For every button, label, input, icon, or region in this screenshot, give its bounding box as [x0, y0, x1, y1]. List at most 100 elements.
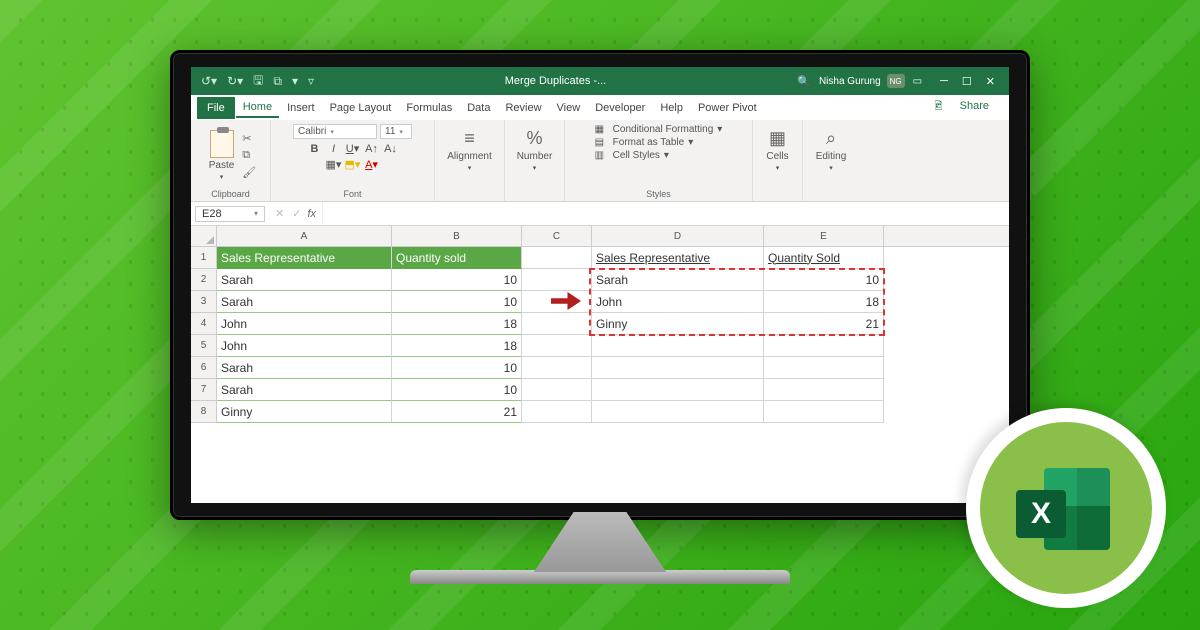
tab-power-pivot[interactable]: Power Pivot	[691, 99, 764, 117]
cell[interactable]: Ginny	[592, 313, 764, 335]
col-header[interactable]: C	[522, 226, 592, 246]
account[interactable]: Nisha Gurung NG	[819, 74, 905, 88]
border-button[interactable]: ▦▾	[326, 158, 342, 171]
row-header[interactable]: 1	[191, 247, 217, 269]
col-header[interactable]: B	[392, 226, 522, 246]
quick-access[interactable]: ↺▾ ↻▾ 🖫 ⧉ ▾ ▿	[195, 71, 314, 92]
paste-button[interactable]: Paste▾	[205, 126, 239, 185]
row-header[interactable]: 2	[191, 269, 217, 291]
cell[interactable]: Sales Representative	[217, 247, 392, 269]
search-icon[interactable]: 🔍	[797, 75, 811, 88]
cell[interactable]: 10	[392, 379, 522, 401]
cell[interactable]: Sarah	[217, 379, 392, 401]
row-header[interactable]: 5	[191, 335, 217, 357]
cell[interactable]: John	[217, 335, 392, 357]
cell[interactable]: 10	[392, 291, 522, 313]
font-name-select[interactable]: Calibri	[293, 124, 377, 139]
cell[interactable]: 10	[764, 269, 884, 291]
cell[interactable]: 10	[392, 269, 522, 291]
font-color-button[interactable]: A▾	[364, 158, 380, 171]
decrease-font-icon[interactable]: A↓	[383, 143, 399, 155]
cell[interactable]: Sarah	[217, 357, 392, 379]
cell[interactable]	[522, 335, 592, 357]
qat-more[interactable]: ▿	[308, 74, 314, 88]
name-box[interactable]: E28	[195, 206, 265, 222]
cell[interactable]	[592, 357, 764, 379]
ribbon-options-icon[interactable]: ▭	[913, 76, 922, 87]
cell[interactable]	[522, 357, 592, 379]
alignment-button[interactable]: ≡Alignment▾	[443, 124, 495, 176]
formula-input[interactable]	[322, 202, 1009, 225]
format-as-table-button[interactable]: ▤Format as Table ▾	[595, 137, 723, 148]
tab-view[interactable]: View	[550, 99, 588, 117]
customize-icon[interactable]: ▾	[292, 74, 298, 88]
cell[interactable]: Sarah	[217, 269, 392, 291]
cell[interactable]: Ginny	[217, 401, 392, 423]
row-header[interactable]: 4	[191, 313, 217, 335]
cell[interactable]	[764, 379, 884, 401]
tab-home[interactable]: Home	[236, 98, 279, 118]
select-all-corner[interactable]	[191, 226, 217, 246]
fx-icon[interactable]: fx	[307, 208, 322, 220]
cell[interactable]: 10	[392, 357, 522, 379]
cell[interactable]: 18	[764, 291, 884, 313]
cell[interactable]	[592, 401, 764, 423]
tab-data[interactable]: Data	[460, 99, 497, 117]
cell[interactable]: John	[592, 291, 764, 313]
undo-icon[interactable]: ↺▾	[201, 74, 217, 88]
col-header[interactable]: D	[592, 226, 764, 246]
cell[interactable]	[522, 247, 592, 269]
col-header[interactable]: E	[764, 226, 884, 246]
tab-formulas[interactable]: Formulas	[399, 99, 459, 117]
share-button[interactable]: 🖻 Share	[921, 96, 1003, 119]
redo-icon[interactable]: ↻▾	[227, 74, 243, 88]
editing-button[interactable]: ⌕Editing▾	[812, 124, 851, 176]
cell[interactable]: 18	[392, 313, 522, 335]
save-icon[interactable]: 🖫	[253, 71, 263, 92]
tab-review[interactable]: Review	[498, 99, 548, 117]
fill-color-button[interactable]: ⬒▾	[345, 158, 361, 171]
cell[interactable]	[522, 379, 592, 401]
cell[interactable]	[592, 379, 764, 401]
conditional-formatting-button[interactable]: ▦Conditional Formatting ▾	[595, 124, 723, 135]
close-button[interactable]: ✕	[986, 75, 995, 88]
cell[interactable]: Sarah	[592, 269, 764, 291]
cell[interactable]	[522, 401, 592, 423]
cell[interactable]	[764, 357, 884, 379]
minimize-button[interactable]: ─	[940, 75, 948, 88]
cell[interactable]: Sarah	[217, 291, 392, 313]
increase-font-icon[interactable]: A↑	[364, 143, 380, 155]
cell-styles-button[interactable]: ▥Cell Styles ▾	[595, 150, 723, 161]
cell[interactable]: John	[217, 313, 392, 335]
cell[interactable]	[522, 313, 592, 335]
row-header[interactable]: 7	[191, 379, 217, 401]
tab-page-layout[interactable]: Page Layout	[323, 99, 399, 117]
tab-developer[interactable]: Developer	[588, 99, 652, 117]
col-header[interactable]: A	[217, 226, 392, 246]
maximize-button[interactable]: ☐	[962, 75, 972, 88]
copy-icon[interactable]: ⧉	[242, 149, 256, 162]
cell[interactable]	[764, 401, 884, 423]
format-painter-icon[interactable]: 🖌	[242, 166, 256, 179]
underline-button[interactable]: U▾	[345, 142, 361, 155]
row-header[interactable]: 8	[191, 401, 217, 423]
enter-fx-icon[interactable]: ✓	[292, 207, 301, 220]
cell[interactable]: 18	[392, 335, 522, 357]
bold-button[interactable]: B	[307, 143, 323, 155]
italic-button[interactable]: I	[326, 143, 342, 155]
cell[interactable]	[592, 335, 764, 357]
tab-insert[interactable]: Insert	[280, 99, 322, 117]
cell[interactable]	[522, 269, 592, 291]
number-button[interactable]: %Number▾	[513, 124, 557, 176]
cell[interactable]: 21	[764, 313, 884, 335]
touch-icon[interactable]: ⧉	[273, 74, 282, 89]
cell[interactable]	[764, 335, 884, 357]
font-size-select[interactable]: 11	[380, 124, 412, 139]
cells-button[interactable]: ▦Cells▾	[762, 124, 792, 176]
cell[interactable]: Quantity Sold	[764, 247, 884, 269]
spreadsheet-grid[interactable]: A B C D E 1Sales RepresentativeQuantity …	[191, 226, 1009, 503]
cell[interactable]: 21	[392, 401, 522, 423]
row-header[interactable]: 3	[191, 291, 217, 313]
tab-file[interactable]: File	[197, 97, 235, 119]
cell[interactable]: Quantity sold	[392, 247, 522, 269]
